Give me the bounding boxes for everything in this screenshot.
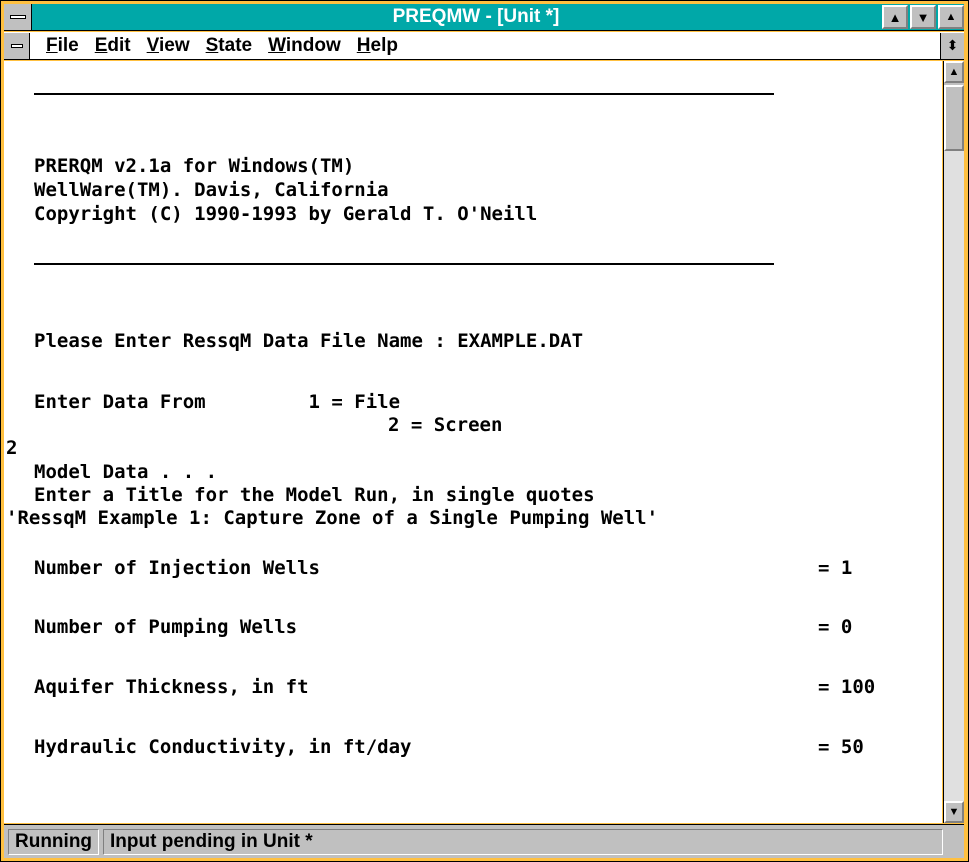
- scroll-down-icon: ▼: [948, 806, 960, 818]
- value-aquifer-thickness: = 100: [818, 676, 876, 698]
- prompt-title: Enter a Title for the Model Run, in sing…: [34, 484, 595, 506]
- status-state: Running: [8, 828, 100, 855]
- menu-file[interactable]: File: [46, 35, 79, 57]
- title-bar[interactable]: PREQMW - [Unit *] ▲ ▼ ▲: [4, 4, 964, 31]
- menu-state[interactable]: State: [206, 35, 252, 57]
- menu-bar: File Edit View State Window Help ⬍: [4, 32, 964, 60]
- scroll-down-button[interactable]: ▼: [944, 801, 964, 823]
- label-aquifer-thickness: Aquifer Thickness, in ft: [34, 676, 309, 698]
- menu-edit[interactable]: Edit: [95, 35, 131, 57]
- divider-top: [34, 93, 774, 95]
- status-message: Input pending in Unit *: [103, 828, 944, 855]
- minimize-button[interactable]: ▼: [910, 5, 936, 29]
- menu-help[interactable]: Help: [357, 35, 398, 57]
- label-pumping-wells: Number of Pumping Wells: [34, 616, 298, 638]
- label-hydraulic-conductivity: Hydraulic Conductivity, in ft/day: [34, 736, 412, 758]
- vertical-scrollbar[interactable]: ▲ ▼: [943, 61, 964, 823]
- prompt-enter-from-option2: 2 = Screen: [388, 414, 503, 436]
- header-copyright: Copyright (C) 1990-1993 by Gerald T. O'N…: [34, 203, 538, 225]
- prompt-data-file: Please Enter RessqM Data File Name : EXA…: [34, 330, 584, 352]
- input-title: 'RessqM Example 1: Capture Zone of a Sin…: [6, 507, 659, 529]
- scroll-up-arrow-icon: ▲: [945, 10, 957, 23]
- status-bar: Running Input pending in Unit *: [4, 824, 964, 858]
- divider-bottom: [34, 263, 774, 265]
- restore-button[interactable]: ▲: [938, 5, 964, 29]
- header-company: WellWare(TM). Davis, California: [34, 179, 389, 201]
- value-pumping-wells: = 0: [818, 616, 853, 638]
- system-menu-button[interactable]: [4, 4, 32, 30]
- window-title: PREQMW - [Unit *]: [392, 6, 560, 27]
- scroll-up-button[interactable]: ▲: [944, 61, 964, 83]
- restore-icon: ⬍: [946, 37, 959, 53]
- console-output[interactable]: PRERQM v2.1a for Windows(TM) WellWare(TM…: [4, 61, 942, 823]
- scroll-thumb[interactable]: [944, 85, 964, 151]
- maximize-button[interactable]: ▲: [882, 5, 908, 29]
- document-system-menu-button[interactable]: [4, 32, 30, 59]
- scroll-track[interactable]: [944, 151, 964, 801]
- model-data-heading: Model Data . . .: [34, 461, 218, 483]
- scroll-up-icon: ▲: [948, 66, 960, 78]
- document-restore-button[interactable]: ⬍: [940, 32, 964, 59]
- input-choice: 2: [6, 437, 18, 459]
- prompt-enter-from: Enter Data From 1 = File: [34, 391, 401, 413]
- value-hydraulic-conductivity: = 50: [818, 736, 864, 758]
- system-menu-icon: [9, 15, 26, 19]
- menu-view[interactable]: View: [147, 35, 190, 57]
- menu-window[interactable]: Window: [268, 35, 341, 57]
- label-injection-wells: Number of Injection Wells: [34, 557, 320, 579]
- header-product: PRERQM v2.1a for Windows(TM): [34, 155, 355, 177]
- maximize-icon: ▲: [888, 9, 902, 25]
- document-menu-icon: [10, 43, 23, 48]
- minimize-icon: ▼: [916, 9, 930, 25]
- value-injection-wells: = 1: [818, 557, 853, 579]
